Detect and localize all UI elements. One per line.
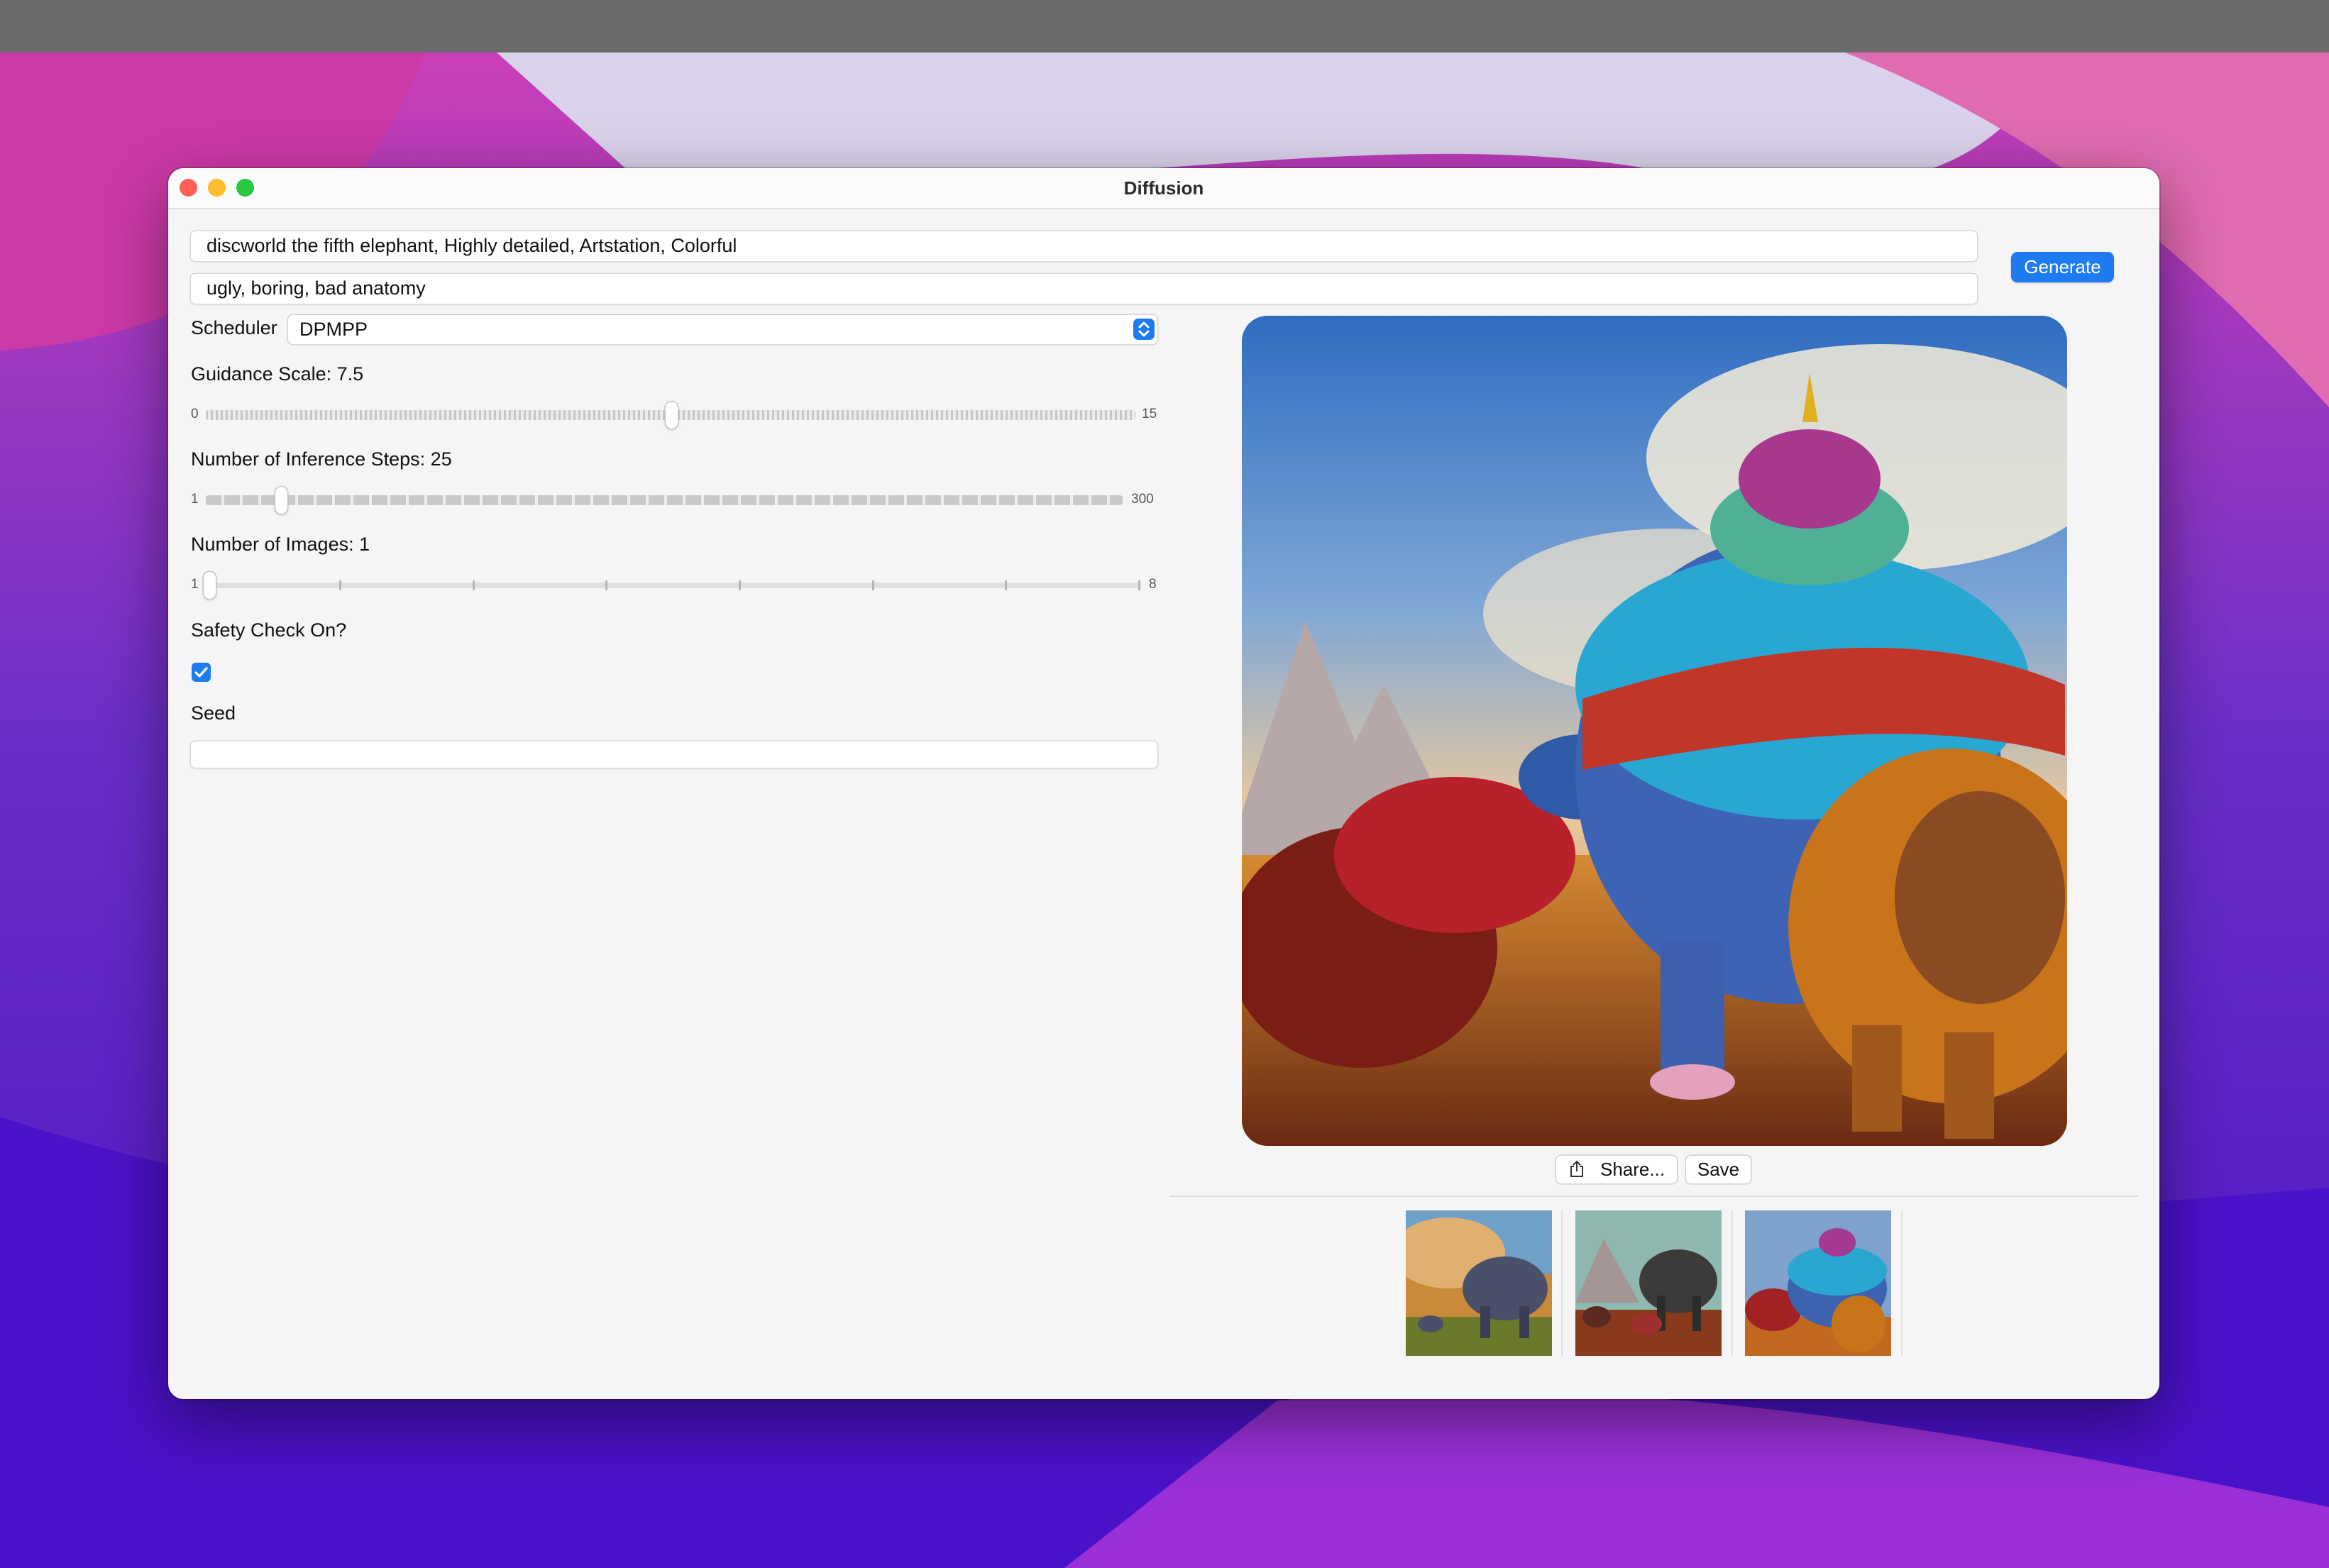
- separator: [1561, 1210, 1563, 1356]
- guidance-min-label: 0: [191, 407, 199, 421]
- separator: [1731, 1210, 1733, 1356]
- generate-button[interactable]: Generate: [2011, 252, 2114, 282]
- generated-image: [1242, 316, 2067, 1146]
- slider-tick: [339, 580, 341, 590]
- chevron-up-down-icon: [1133, 319, 1155, 340]
- scheduler-value: DPMPP: [299, 319, 368, 340]
- window-title: Diffusion: [1123, 177, 1204, 199]
- thumbnail-image[interactable]: [1575, 1210, 1722, 1356]
- guidance-max-label: 15: [1142, 407, 1157, 421]
- divider: [1169, 1196, 2138, 1197]
- steps-slider-knob[interactable]: [275, 487, 287, 514]
- guidance-scale-label: Guidance Scale: 7.5: [191, 363, 364, 385]
- prompt-field[interactable]: discworld the fifth elephant, Highly det…: [191, 231, 1977, 261]
- negative-prompt-field[interactable]: ugly, boring, bad anatomy: [191, 274, 1977, 304]
- thumbnail-image[interactable]: [1406, 1210, 1552, 1356]
- share-label: Share...: [1600, 1159, 1665, 1180]
- images-max-label: 8: [1149, 577, 1157, 592]
- separator: [1901, 1210, 1903, 1356]
- number-of-images-slider[interactable]: [206, 583, 1141, 588]
- slider-tick: [739, 580, 741, 590]
- inference-steps-label: Number of Inference Steps: 25: [191, 448, 452, 470]
- images-slider-knob[interactable]: [204, 572, 216, 599]
- slider-tick: [605, 580, 607, 590]
- share-button[interactable]: Share...: [1556, 1156, 1677, 1183]
- number-of-images-label: Number of Images: 1: [191, 534, 370, 555]
- slider-tick: [872, 580, 874, 590]
- inference-steps-slider[interactable]: [206, 495, 1123, 505]
- steps-max-label: 300: [1131, 492, 1154, 507]
- title-bar: Diffusion: [168, 168, 2159, 209]
- seed-field[interactable]: [191, 741, 1157, 768]
- checkmark-icon: [194, 667, 208, 678]
- seed-label: Seed: [191, 702, 236, 724]
- slider-tick: [473, 580, 475, 590]
- share-icon: [1570, 1160, 1583, 1177]
- safety-check-label: Safety Check On?: [191, 619, 347, 641]
- thumbnail-image[interactable]: [1745, 1210, 1891, 1356]
- save-button[interactable]: Save: [1686, 1156, 1751, 1183]
- guidance-slider-knob[interactable]: [666, 402, 678, 429]
- screen-top-bar: [0, 0, 2329, 53]
- images-min-label: 1: [191, 577, 199, 592]
- safety-check-checkbox[interactable]: [192, 663, 211, 682]
- slider-tick: [1005, 580, 1007, 590]
- scheduler-label: Scheduler: [191, 317, 277, 338]
- slider-tick: [1138, 580, 1140, 590]
- scheduler-select[interactable]: DPMPP: [288, 315, 1157, 344]
- steps-min-label: 1: [191, 492, 199, 507]
